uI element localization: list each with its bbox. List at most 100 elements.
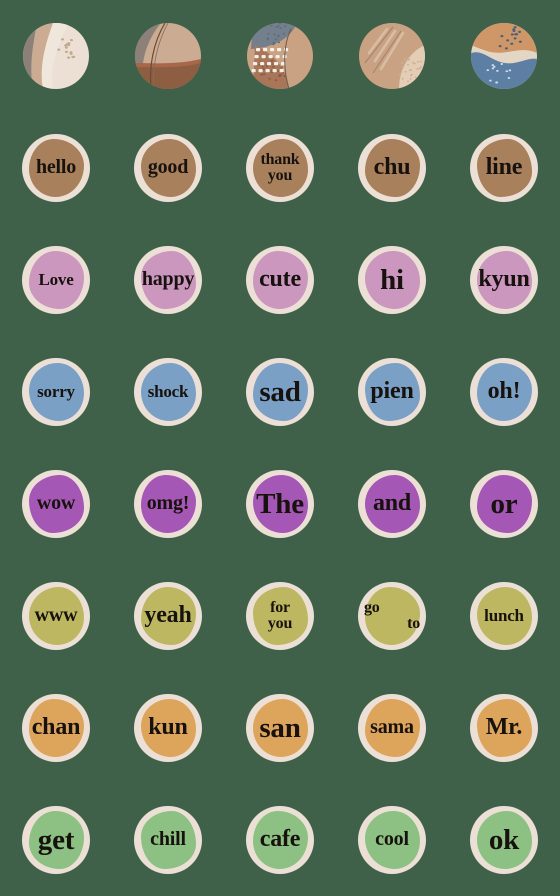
sticker-label-line1: for — [270, 598, 290, 616]
sticker-love[interactable]: Love — [22, 246, 90, 314]
sticker-mr[interactable]: Mr. — [470, 694, 538, 762]
sticker-cell: cool — [336, 784, 448, 896]
sticker-chan[interactable]: chan — [22, 694, 90, 762]
sticker-cell — [224, 0, 336, 112]
sticker-cell: chu — [336, 112, 448, 224]
sticker-shock[interactable]: shock — [134, 358, 202, 426]
sticker-oh[interactable]: oh! — [470, 358, 538, 426]
sticker-foryou[interactable]: for you — [246, 582, 314, 650]
sticker-kun[interactable]: kun — [134, 694, 202, 762]
sticker-label: kyun — [478, 266, 530, 293]
sticker-cell — [0, 0, 112, 112]
sticker-cell: sad — [224, 336, 336, 448]
sticker-cell: kun — [112, 672, 224, 784]
sticker-label: san — [259, 711, 301, 744]
sticker-cell: ok — [448, 784, 560, 896]
sticker-label: cute — [259, 266, 301, 293]
sticker-cell: and — [336, 448, 448, 560]
sticker-cell: wow — [0, 448, 112, 560]
sticker-lunch[interactable]: lunch — [470, 582, 538, 650]
sticker-label: hi — [380, 263, 404, 296]
sticker-cell: Love — [0, 224, 112, 336]
sticker-cell: pien — [336, 336, 448, 448]
sticker-label-line2: you — [267, 615, 293, 632]
sticker-cell: chan — [0, 672, 112, 784]
sticker-label: happy — [141, 268, 195, 291]
sticker-hello[interactable]: hello — [22, 134, 90, 202]
sticker-label: sama — [370, 716, 414, 739]
sticker-label: thank you — [246, 151, 314, 185]
sticker-label: ok — [488, 823, 520, 856]
sticker-sad[interactable]: sad — [246, 358, 314, 426]
sticker-or[interactable]: or — [470, 470, 538, 538]
abstract-sticker-4-icon[interactable] — [359, 23, 425, 89]
sticker-sorry[interactable]: sorry — [22, 358, 90, 426]
sticker-label: pien — [370, 378, 414, 405]
sticker-cell: thank you — [224, 112, 336, 224]
sticker-cell: for you — [224, 560, 336, 672]
sticker-label: lunch — [484, 605, 524, 625]
sticker-goto[interactable]: go to — [358, 582, 426, 650]
abstract-sticker-3-icon[interactable] — [247, 23, 313, 89]
sticker-label: shock — [147, 381, 189, 401]
sticker-cell: chill — [112, 784, 224, 896]
sticker-wow[interactable]: wow — [22, 470, 90, 538]
sticker-thankyou[interactable]: thank you — [246, 134, 314, 202]
sticker-cell: oh! — [448, 336, 560, 448]
sticker-cell: www — [0, 560, 112, 672]
sticker-label: hello — [35, 156, 77, 179]
sticker-sama[interactable]: sama — [358, 694, 426, 762]
sticker-good[interactable]: good — [134, 134, 202, 202]
sticker-cell — [336, 0, 448, 112]
sticker-yeah[interactable]: yeah — [134, 582, 202, 650]
sticker-cafe[interactable]: cafe — [246, 806, 314, 874]
sticker-label: cool — [375, 828, 409, 851]
sticker-cell: hi — [336, 224, 448, 336]
sticker-cell — [112, 0, 224, 112]
sticker-happy[interactable]: happy — [134, 246, 202, 314]
sticker-chill[interactable]: chill — [134, 806, 202, 874]
sticker-hi[interactable]: hi — [358, 246, 426, 314]
sticker-label: www — [34, 604, 78, 627]
sticker-label: chill — [150, 828, 186, 851]
sticker-label: Mr. — [485, 714, 523, 741]
sticker-cell: sama — [336, 672, 448, 784]
sticker-label: sad — [259, 375, 301, 408]
sticker-cool[interactable]: cool — [358, 806, 426, 874]
sticker-cell: cute — [224, 224, 336, 336]
abstract-sticker-2-icon[interactable] — [135, 23, 201, 89]
sticker-kyun[interactable]: kyun — [470, 246, 538, 314]
sticker-label: good — [147, 156, 189, 179]
sticker-www[interactable]: www — [22, 582, 90, 650]
sticker-cell — [448, 0, 560, 112]
sticker-cell: omg! — [112, 448, 224, 560]
abstract-sticker-5-icon[interactable] — [471, 23, 537, 89]
sticker-cell: get — [0, 784, 112, 896]
sticker-chu[interactable]: chu — [358, 134, 426, 202]
sticker-ok[interactable]: ok — [470, 806, 538, 874]
sticker-cell: or — [448, 448, 560, 560]
sticker-get[interactable]: get — [22, 806, 90, 874]
sticker-the[interactable]: The — [246, 470, 314, 538]
sticker-san[interactable]: san — [246, 694, 314, 762]
sticker-cell: go to — [336, 560, 448, 672]
sticker-cell: san — [224, 672, 336, 784]
sticker-cute[interactable]: cute — [246, 246, 314, 314]
sticker-cell: Mr. — [448, 672, 560, 784]
abstract-sticker-1-icon[interactable] — [23, 23, 89, 89]
sticker-and[interactable]: and — [358, 470, 426, 538]
sticker-grid: hello good thank you chu line Love happy cute hi k… — [0, 0, 560, 896]
sticker-line[interactable]: line — [470, 134, 538, 202]
sticker-label: or — [490, 487, 518, 520]
sticker-label: yeah — [144, 602, 192, 629]
sticker-omg[interactable]: omg! — [134, 470, 202, 538]
sticker-cell: happy — [112, 224, 224, 336]
sticker-cell: lunch — [448, 560, 560, 672]
sticker-label: and — [372, 490, 412, 517]
sticker-label-line2: you — [267, 167, 293, 184]
sticker-pien[interactable]: pien — [358, 358, 426, 426]
sticker-cell: hello — [0, 112, 112, 224]
sticker-label: omg! — [146, 492, 190, 515]
sticker-label: wow — [36, 492, 76, 515]
sticker-label: go to — [358, 599, 426, 633]
